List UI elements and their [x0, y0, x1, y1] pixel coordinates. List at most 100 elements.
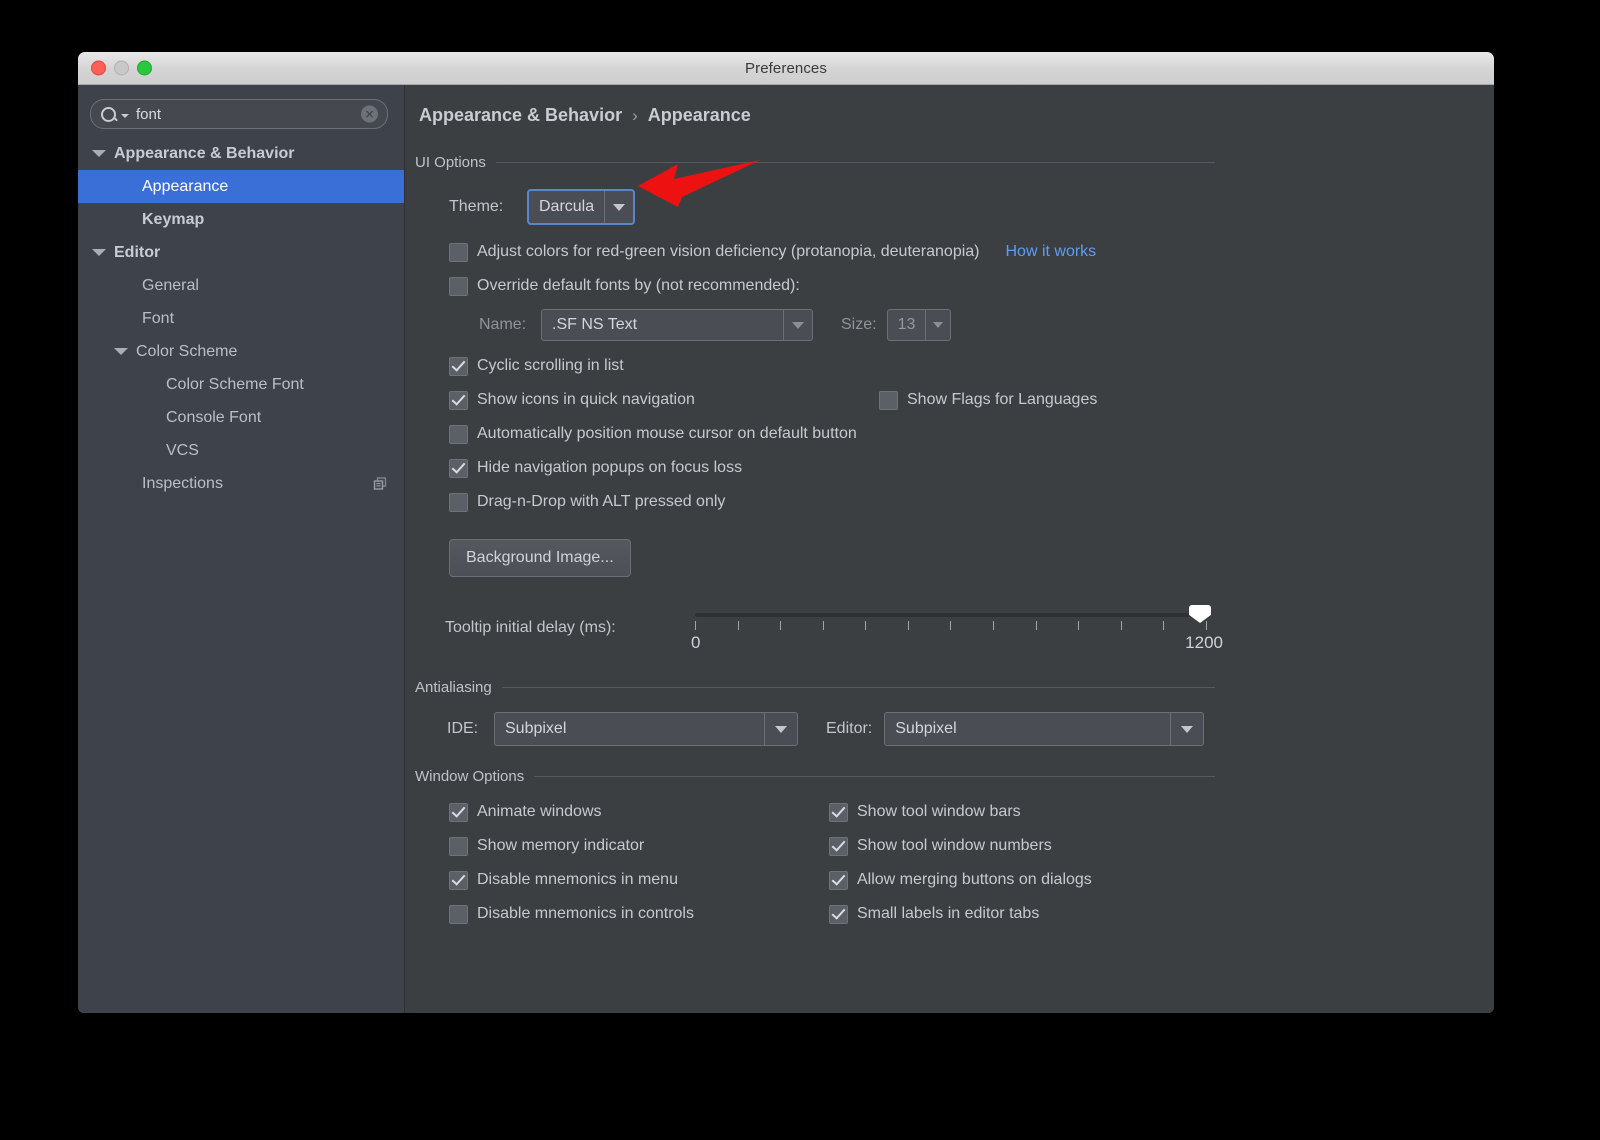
hide-nav-popups-row: Hide navigation popups on focus loss — [449, 451, 1215, 485]
editor-antialiasing-value: Subpixel — [895, 720, 957, 737]
sidebar-item-appearance-and-behavior[interactable]: Appearance & Behavior — [78, 137, 404, 170]
adjust-colors-label: Adjust colors for red-green vision defic… — [477, 243, 980, 260]
window-titlebar: Preferences — [78, 52, 1494, 85]
dialog-body: font ✕ Appearance & Behavior Appearance … — [78, 85, 1494, 1013]
small-labels-editor-tabs-checkbox[interactable] — [829, 904, 848, 924]
background-image-row: Background Image... — [415, 539, 1215, 577]
sidebar-item-label: Color Scheme — [136, 342, 238, 360]
animate-windows-checkbox[interactable] — [449, 802, 468, 822]
font-name-size-row: Name: .SF NS Text Size: 13 — [415, 309, 1215, 341]
how-it-works-link[interactable]: How it works — [1006, 243, 1097, 261]
preferences-window: Preferences font ✕ Appearance & Behavior — [78, 52, 1494, 1013]
chevron-down-icon[interactable] — [604, 191, 633, 223]
font-size-label: Size: — [841, 316, 877, 333]
window-options-row: Disable mnemonics in controls Small labe… — [449, 897, 1215, 931]
slider-track — [695, 613, 1191, 617]
hide-nav-popups-checkbox[interactable] — [449, 458, 468, 478]
divider — [534, 776, 1215, 777]
sidebar-item-keymap[interactable]: Keymap — [78, 203, 404, 236]
clear-icon[interactable]: ✕ — [361, 105, 378, 123]
show-tool-window-bars-checkbox[interactable] — [829, 802, 848, 822]
show-memory-indicator-checkbox[interactable] — [449, 836, 468, 856]
drag-n-drop-alt-checkbox[interactable] — [449, 492, 468, 512]
adjust-colors-row: Adjust colors for red-green vision defic… — [415, 235, 1215, 269]
window-options-row: Disable mnemonics in menu Allow merging … — [449, 863, 1215, 897]
sidebar-item-inspections[interactable]: Inspections — [78, 467, 404, 500]
drag-n-drop-alt-label: Drag-n-Drop with ALT pressed only — [477, 493, 726, 510]
sidebar-item-color-scheme[interactable]: Color Scheme — [78, 335, 404, 368]
show-tool-window-numbers-checkbox[interactable] — [829, 836, 848, 856]
sidebar-item-label: Editor — [114, 243, 161, 261]
animate-windows-row: Animate windows — [449, 795, 829, 829]
antialiasing-header: Antialiasing — [415, 679, 1215, 696]
small-labels-editor-tabs-label: Small labels in editor tabs — [857, 905, 1040, 922]
chevron-down-icon[interactable] — [92, 249, 106, 256]
theme-dropdown[interactable]: Darcula — [527, 189, 636, 225]
auto-position-cursor-checkbox[interactable] — [449, 424, 468, 444]
chevron-down-icon[interactable] — [783, 310, 812, 340]
chevron-down-icon[interactable] — [92, 150, 106, 157]
editor-antialiasing-dropdown[interactable]: Subpixel — [884, 712, 1205, 746]
ide-antialiasing-value: Subpixel — [505, 720, 567, 737]
theme-row: Theme: Darcula — [415, 189, 1215, 225]
ui-options-checkbox-list: Cyclic scrolling in list Show icons in q… — [415, 349, 1215, 519]
cyclic-scrolling-checkbox[interactable] — [449, 356, 468, 376]
chevron-down-icon[interactable] — [764, 713, 797, 745]
show-tool-window-bars-row: Show tool window bars — [829, 795, 1021, 829]
small-labels-editor-tabs-row: Small labels in editor tabs — [829, 897, 1039, 931]
sidebar-item-vcs[interactable]: VCS — [78, 434, 404, 467]
window-options-section: Window Options Animate windows Show tool… — [415, 768, 1215, 931]
zoom-button[interactable] — [137, 60, 152, 76]
background-image-button[interactable]: Background Image... — [449, 539, 631, 577]
breadcrumb-separator: › — [632, 105, 638, 125]
ide-antialiasing-label: IDE: — [447, 720, 479, 737]
chevron-down-icon[interactable] — [1170, 713, 1203, 745]
disable-mnemonics-menu-label: Disable mnemonics in menu — [477, 871, 678, 888]
minimize-button[interactable] — [114, 60, 129, 76]
chevron-down-icon[interactable] — [925, 310, 949, 340]
override-fonts-label: Override default fonts by (not recommend… — [477, 277, 800, 294]
search-field[interactable]: font ✕ — [90, 99, 388, 129]
sidebar-item-editor[interactable]: Editor — [78, 236, 404, 269]
disable-mnemonics-menu-row: Disable mnemonics in menu — [449, 863, 829, 897]
breadcrumb: Appearance & Behavior › Appearance — [405, 85, 1494, 126]
sidebar-item-font[interactable]: Font — [78, 302, 404, 335]
antialiasing-title: Antialiasing — [415, 679, 492, 696]
antialiasing-section: Antialiasing IDE: Subpixel Editor: Subpi… — [415, 679, 1215, 746]
window-options-row: Show memory indicator Show tool window n… — [449, 829, 1215, 863]
allow-merging-buttons-checkbox[interactable] — [829, 870, 848, 890]
search-input[interactable]: font — [136, 106, 161, 123]
show-flags-languages-checkbox[interactable] — [879, 390, 898, 410]
font-size-value: 13 — [897, 316, 916, 333]
show-icons-quick-nav-checkbox[interactable] — [449, 390, 468, 410]
disable-mnemonics-menu-checkbox[interactable] — [449, 870, 468, 890]
quick-nav-flags-row: Show icons in quick navigation Show Flag… — [449, 383, 1215, 417]
sidebar-item-color-scheme-font[interactable]: Color Scheme Font — [78, 368, 404, 401]
search-icon — [101, 106, 129, 122]
sidebar-item-general[interactable]: General — [78, 269, 404, 302]
editor-antialiasing-label: Editor: — [826, 720, 873, 737]
font-name-dropdown[interactable]: .SF NS Text — [541, 309, 813, 341]
tooltip-delay-slider[interactable]: 0 1200 — [691, 603, 1223, 657]
font-size-dropdown[interactable]: 13 — [886, 309, 951, 341]
window-options-title: Window Options — [415, 768, 525, 785]
hide-nav-popups-label: Hide navigation popups on focus loss — [477, 459, 743, 476]
show-memory-indicator-label: Show memory indicator — [477, 837, 645, 854]
close-button[interactable] — [91, 60, 106, 76]
sidebar-item-label: VCS — [166, 441, 199, 459]
sidebar-item-label: General — [142, 276, 199, 294]
window-options-grid: Animate windows Show tool window bars Sh… — [415, 795, 1215, 931]
theme-label: Theme: — [449, 198, 504, 215]
adjust-colors-checkbox[interactable] — [449, 242, 468, 262]
sidebar-item-console-font[interactable]: Console Font — [78, 401, 404, 434]
window-options-row: Animate windows Show tool window bars — [449, 795, 1215, 829]
ide-antialiasing-dropdown[interactable]: Subpixel — [494, 712, 798, 746]
override-fonts-row: Override default fonts by (not recommend… — [415, 269, 1215, 303]
breadcrumb-parent[interactable]: Appearance & Behavior — [419, 105, 622, 126]
tooltip-delay-label: Tooltip initial delay (ms): — [445, 619, 616, 636]
ui-options-header: UI Options — [415, 154, 1215, 171]
disable-mnemonics-controls-checkbox[interactable] — [449, 904, 468, 924]
sidebar-item-appearance[interactable]: Appearance — [78, 170, 404, 203]
chevron-down-icon[interactable] — [114, 348, 128, 355]
override-fonts-checkbox[interactable] — [449, 276, 468, 296]
